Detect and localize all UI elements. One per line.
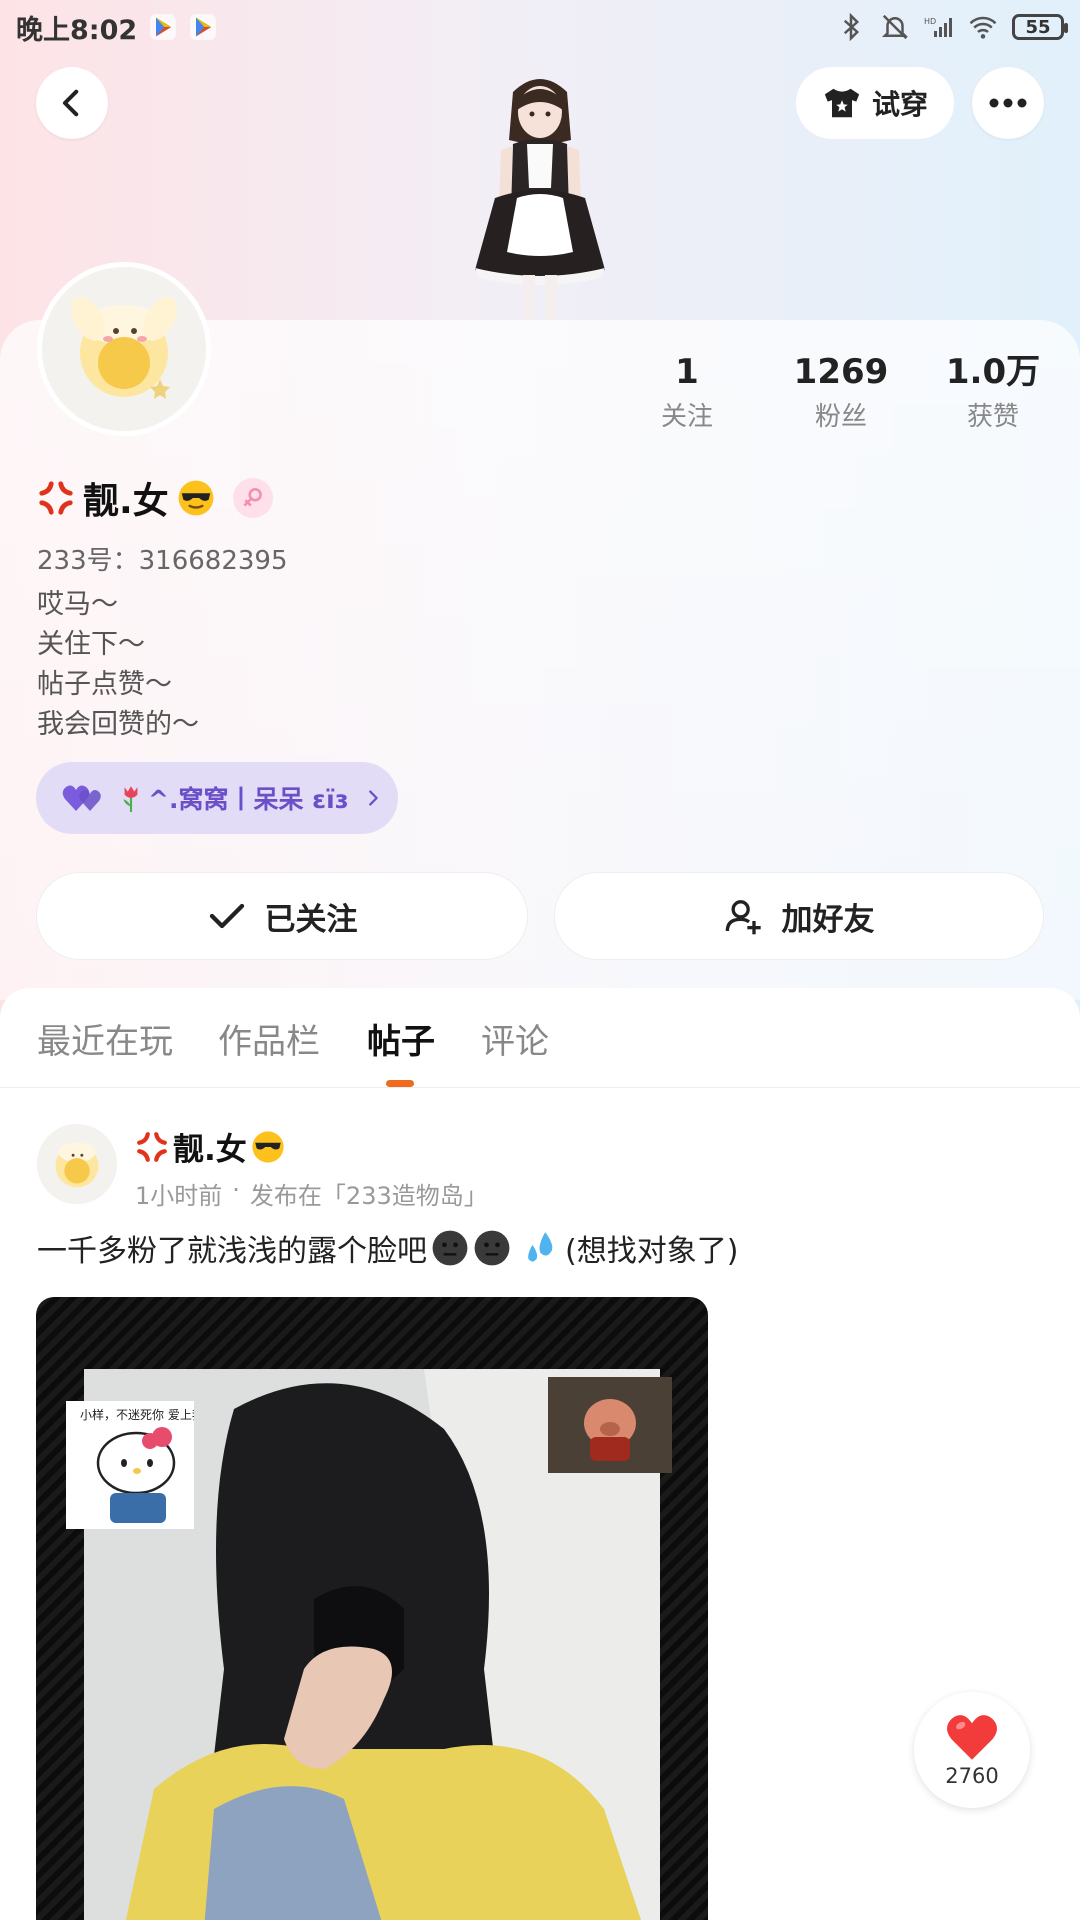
status-time: 晚上8:02 — [16, 14, 138, 46]
username: 靓.女 — [83, 481, 169, 522]
post-meta: 1小时前 · 发布在「233造物岛」 — [135, 1176, 488, 1211]
cp-relationship-pill[interactable]: ^.窝窝丨呆呆 ɛïɜ — [36, 762, 398, 834]
bio-line: 我会回赞的～ — [37, 709, 199, 740]
username-row: 靓.女 — [37, 472, 273, 524]
post-text-main: 一千多粉了就浅浅的露个脸吧 — [37, 1234, 427, 1269]
tryon-label: 试穿 — [871, 88, 928, 121]
back-button[interactable] — [36, 67, 108, 139]
mute-icon — [881, 14, 909, 40]
sunglasses-emoji-icon — [178, 480, 214, 516]
profile-page: 晚上8:02 HD 55 试穿 1 关注 1269 粉丝 1.0万 获赞 靓.女… — [0, 0, 1080, 1920]
more-icon — [989, 98, 1027, 108]
tulip-icon — [123, 786, 138, 812]
post-avatar-image — [37, 1124, 117, 1204]
content-area: 最近在玩 作品栏 帖子 评论 靓.女 1小时前 · 发布在「233造物岛」 一千… — [0, 988, 1080, 1920]
post-location[interactable]: 发布在「233造物岛」 — [250, 1176, 488, 1211]
followers-count: 1269 — [793, 352, 889, 392]
play-store-icon — [190, 14, 217, 40]
like-count: 2760 — [945, 1764, 999, 1788]
bio-line: 哎马～ — [37, 589, 118, 620]
tab-comments[interactable]: 评论 — [481, 1014, 549, 1063]
post-author[interactable]: 靓.女 — [135, 1124, 285, 1169]
user-id: 233号：316682395 — [37, 546, 288, 576]
cp-name: ^.窝窝丨呆呆 ɛïɜ — [148, 785, 349, 814]
gender-female-icon — [232, 478, 273, 518]
tab-active-indicator — [386, 1080, 414, 1087]
checkmark-icon — [209, 903, 244, 929]
divider — [0, 1087, 1080, 1088]
likes-stat[interactable]: 1.0万 获赞 — [918, 350, 1068, 433]
profile-stats: 1 关注 1269 粉丝 1.0万 获赞 — [0, 350, 1080, 440]
play-store-icon — [150, 14, 177, 40]
bio: 哎马～ 关住下～ 帖子点赞～ 我会回赞的～ — [37, 585, 199, 745]
add-user-icon — [725, 900, 761, 935]
followed-label: 已关注 — [264, 901, 358, 938]
sunglasses-emoji-icon — [252, 1130, 284, 1163]
pig-sticker — [548, 1377, 672, 1473]
followers-label: 粉丝 — [814, 402, 867, 432]
post-author-name: 靓.女 — [173, 1132, 247, 1168]
post-avatar[interactable] — [37, 1124, 117, 1204]
add-friend-label: 加好友 — [781, 901, 875, 938]
sticker-caption: 小样，不迷死你 爱上我了吗 美眉 — [80, 1407, 194, 1422]
likes-label: 获赞 — [966, 402, 1019, 432]
hello-kitty-sticker: 小样，不迷死你 爱上我了吗 美眉 — [66, 1401, 256, 1529]
post-image[interactable]: 小样，不迷死你 爱上我了吗 美眉 — [36, 1297, 708, 1920]
like-button[interactable]: 2760 — [914, 1692, 1030, 1808]
post-text-suffix: (想找对象了) — [565, 1234, 739, 1269]
following-stat[interactable]: 1 关注 — [612, 350, 762, 433]
status-bar: 晚上8:02 HD 55 — [0, 0, 1080, 54]
chevron-right-icon — [369, 790, 379, 806]
double-heart-icon — [62, 785, 101, 811]
following-count: 1 — [675, 352, 699, 392]
heart-icon — [947, 1715, 997, 1760]
profile-tabs: 最近在玩 作品栏 帖子 评论 — [0, 988, 1080, 1088]
wifi-icon — [969, 16, 997, 39]
anger-emoji-icon — [39, 481, 73, 515]
sweat-droplets-emoji-icon — [528, 1232, 553, 1262]
tryon-button[interactable]: 试穿 — [796, 67, 954, 139]
add-friend-button[interactable]: 加好友 — [554, 872, 1044, 960]
tab-posts[interactable]: 帖子 — [367, 1014, 435, 1063]
bio-line: 帖子点赞～ — [37, 669, 172, 700]
bluetooth-icon — [843, 12, 860, 42]
tab-recently-played[interactable]: 最近在玩 — [37, 1014, 173, 1063]
avatar-figure[interactable] — [455, 70, 625, 320]
battery-level: 55 — [1025, 16, 1051, 38]
hd-signal-icon: HD — [924, 17, 952, 37]
bio-line: 关住下～ — [37, 629, 145, 660]
back-icon — [62, 89, 79, 117]
likes-count: 1.0万 — [945, 352, 1041, 392]
dark-face-emoji-icon — [432, 1230, 468, 1266]
shirt-icon — [824, 88, 860, 118]
meta-separator: · — [232, 1176, 240, 1204]
followers-stat[interactable]: 1269 粉丝 — [766, 350, 916, 433]
post-time: 1小时前 — [135, 1182, 223, 1210]
more-button[interactable] — [972, 67, 1044, 139]
dark-face-emoji-icon — [474, 1230, 510, 1266]
battery-icon: 55 — [1012, 14, 1068, 40]
following-label: 关注 — [660, 402, 713, 432]
anger-emoji-icon — [137, 1131, 167, 1162]
post-text: 一千多粉了就浅浅的露个脸吧 (想找对象了) — [37, 1226, 738, 1270]
followed-button[interactable]: 已关注 — [36, 872, 528, 960]
tab-works[interactable]: 作品栏 — [218, 1014, 320, 1063]
svg-text:HD: HD — [924, 17, 936, 26]
